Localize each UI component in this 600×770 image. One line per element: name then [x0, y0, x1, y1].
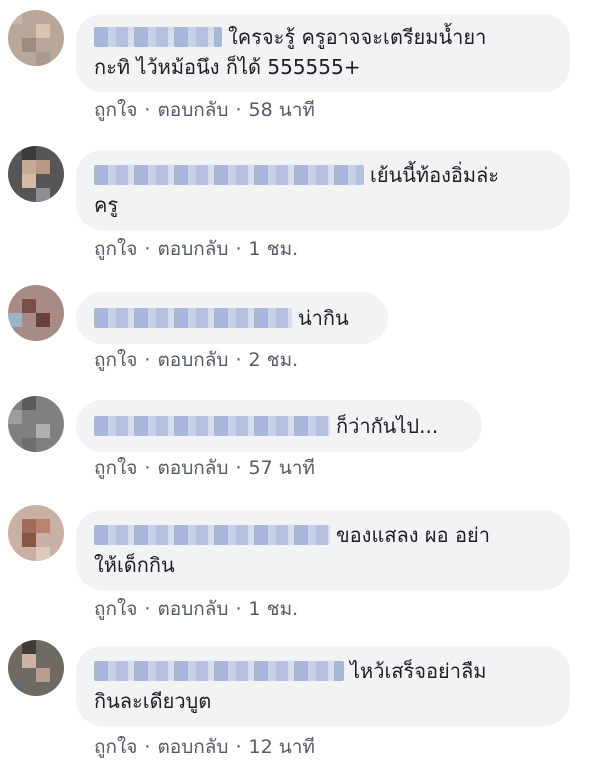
comment-actions: ถูกใจ · ตอบกลับ · 57 นาที	[94, 456, 315, 480]
separator-dot: ·	[235, 99, 242, 121]
blurred-author-name[interactable]	[94, 165, 364, 185]
comment-bubble: เย้นนี้ท้องอิ่มล่ะ ครู	[76, 150, 570, 230]
comment-bubble: ใครจะรู้ ครูอาจจะเตรียมน้ำยา กะทิ ไว้หม้…	[76, 14, 570, 92]
timestamp[interactable]: 1 ชม.	[249, 598, 299, 620]
comment-text: ครู	[94, 193, 119, 217]
comment-actions: ถูกใจ · ตอบกลับ · 1 ชม.	[94, 597, 298, 621]
comment-text: กินละเดียวบูต	[94, 689, 212, 713]
separator-dot: ·	[235, 598, 242, 620]
like-link[interactable]: ถูกใจ	[94, 99, 137, 121]
comment-text: ไหว้เสร็จอย่าลืม	[350, 659, 487, 683]
reply-link[interactable]: ตอบกลับ	[157, 736, 228, 758]
timestamp[interactable]: 57 นาที	[249, 457, 315, 479]
comment-actions: ถูกใจ · ตอบกลับ · 58 นาที	[94, 98, 315, 122]
blurred-author-name[interactable]	[94, 416, 330, 436]
timestamp[interactable]: 2 ชม.	[249, 349, 299, 371]
separator-dot: ·	[144, 238, 151, 260]
comment-text: น่ากิน	[298, 306, 349, 330]
comment-text: กะทิ ไว้หม้อนึง ก็ได้ 555555+	[94, 55, 361, 79]
reply-link[interactable]: ตอบกลับ	[157, 349, 228, 371]
comment-text: ของแสลง ผอ อย่า	[336, 523, 490, 547]
separator-dot: ·	[235, 349, 242, 371]
comment-text: ให้เด็กกิน	[94, 553, 175, 577]
separator-dot: ·	[144, 457, 151, 479]
separator-dot: ·	[144, 736, 151, 758]
like-link[interactable]: ถูกใจ	[94, 736, 137, 758]
avatar[interactable]	[8, 640, 64, 696]
blurred-author-name[interactable]	[94, 27, 222, 47]
avatar[interactable]	[8, 146, 64, 202]
comment-bubble: น่ากิน	[76, 292, 388, 344]
reply-link[interactable]: ตอบกลับ	[157, 238, 228, 260]
comment-text: ก็ว่ากันไป...	[336, 414, 439, 438]
separator-dot: ·	[235, 736, 242, 758]
comment-actions: ถูกใจ · ตอบกลับ · 12 นาที	[94, 735, 315, 759]
separator-dot: ·	[144, 598, 151, 620]
reply-link[interactable]: ตอบกลับ	[157, 457, 228, 479]
separator-dot: ·	[144, 349, 151, 371]
comment-bubble: ไหว้เสร็จอย่าลืม กินละเดียวบูต	[76, 646, 570, 726]
like-link[interactable]: ถูกใจ	[94, 457, 137, 479]
reply-link[interactable]: ตอบกลับ	[157, 598, 228, 620]
comment-bubble: ของแสลง ผอ อย่า ให้เด็กกิน	[76, 510, 570, 590]
comment-text: ใครจะรู้ ครูอาจจะเตรียมน้ำยา	[228, 25, 487, 49]
like-link[interactable]: ถูกใจ	[94, 349, 137, 371]
comment-actions: ถูกใจ · ตอบกลับ · 2 ชม.	[94, 348, 298, 372]
comment-bubble: ก็ว่ากันไป...	[76, 400, 482, 452]
reply-link[interactable]: ตอบกลับ	[157, 99, 228, 121]
blurred-author-name[interactable]	[94, 308, 292, 328]
separator-dot: ·	[235, 457, 242, 479]
blurred-author-name[interactable]	[94, 661, 344, 681]
blurred-author-name[interactable]	[94, 525, 330, 545]
timestamp[interactable]: 1 ชม.	[249, 238, 299, 260]
timestamp[interactable]: 58 นาที	[249, 99, 315, 121]
separator-dot: ·	[144, 99, 151, 121]
avatar[interactable]	[8, 10, 64, 66]
comment-text: เย้นนี้ท้องอิ่มล่ะ	[370, 163, 500, 187]
avatar[interactable]	[8, 505, 64, 561]
avatar[interactable]	[8, 396, 64, 452]
like-link[interactable]: ถูกใจ	[94, 238, 137, 260]
timestamp[interactable]: 12 นาที	[249, 736, 315, 758]
separator-dot: ·	[235, 238, 242, 260]
comment-actions: ถูกใจ · ตอบกลับ · 1 ชม.	[94, 237, 298, 261]
like-link[interactable]: ถูกใจ	[94, 598, 137, 620]
avatar[interactable]	[8, 285, 64, 341]
